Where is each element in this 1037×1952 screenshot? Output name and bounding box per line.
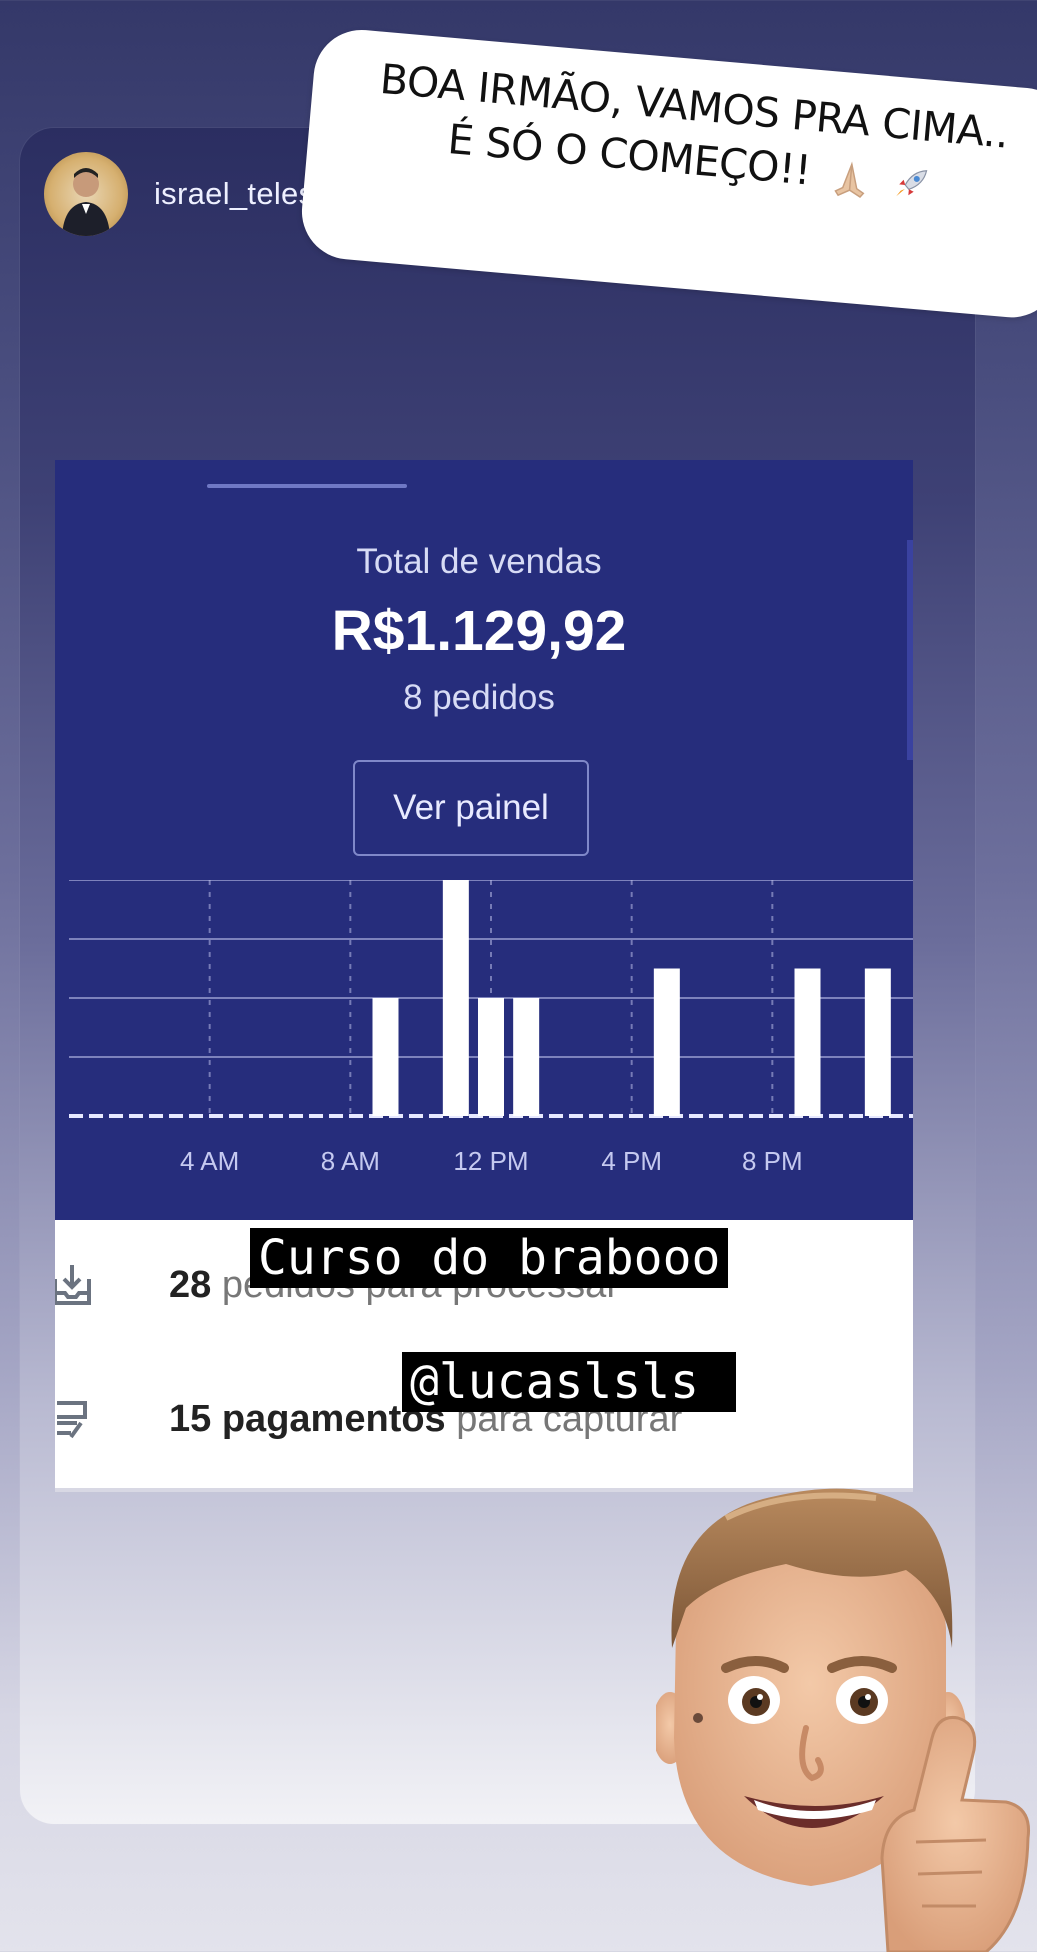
- total-sales-label: Total de vendas: [356, 542, 602, 581]
- profile-avatar[interactable]: [44, 152, 128, 236]
- rocket-icon: [889, 161, 932, 204]
- x-tick-label: 12 PM: [453, 1146, 528, 1176]
- orders-count: 8 pedidos: [403, 678, 555, 717]
- chart-bar: [653, 968, 680, 1116]
- orders-to-process-count: 28: [169, 1263, 212, 1306]
- next-card-edge: [907, 540, 913, 760]
- chart-bar: [442, 880, 469, 1116]
- inbox-download-icon: [55, 1265, 91, 1305]
- chart-bar: [513, 998, 540, 1116]
- caption-handle: @lucaslsls: [402, 1352, 736, 1412]
- payments-to-capture-count: 15: [169, 1397, 212, 1440]
- caption-course: Curso do brabooo: [250, 1228, 729, 1288]
- chart-bar: [864, 968, 891, 1116]
- x-tick-label: 4 PM: [601, 1146, 662, 1176]
- chart-bar: [372, 998, 399, 1116]
- hourly-sales-chart: 4 AM 8 AM 12 PM 4 PM 8 PM: [69, 880, 913, 1176]
- chart-bar: [478, 998, 504, 1116]
- view-dashboard-button[interactable]: Ver painel: [353, 760, 589, 856]
- memoji-thumbs-up-sticker: [656, 1488, 1031, 1952]
- folded-hands-icon: [829, 156, 872, 199]
- x-tick-label: 4 AM: [180, 1146, 239, 1176]
- tab-indicator: [207, 484, 407, 488]
- total-sales-amount: R$1.129,92: [331, 599, 627, 663]
- chart-bar: [794, 968, 821, 1116]
- payment-icon: [57, 1401, 87, 1439]
- x-tick-label: 8 PM: [742, 1146, 803, 1176]
- sales-summary-panel: Total de vendas R$1.129,92 8 pedidos Ver…: [55, 460, 913, 1220]
- x-tick-label: 8 AM: [321, 1146, 380, 1176]
